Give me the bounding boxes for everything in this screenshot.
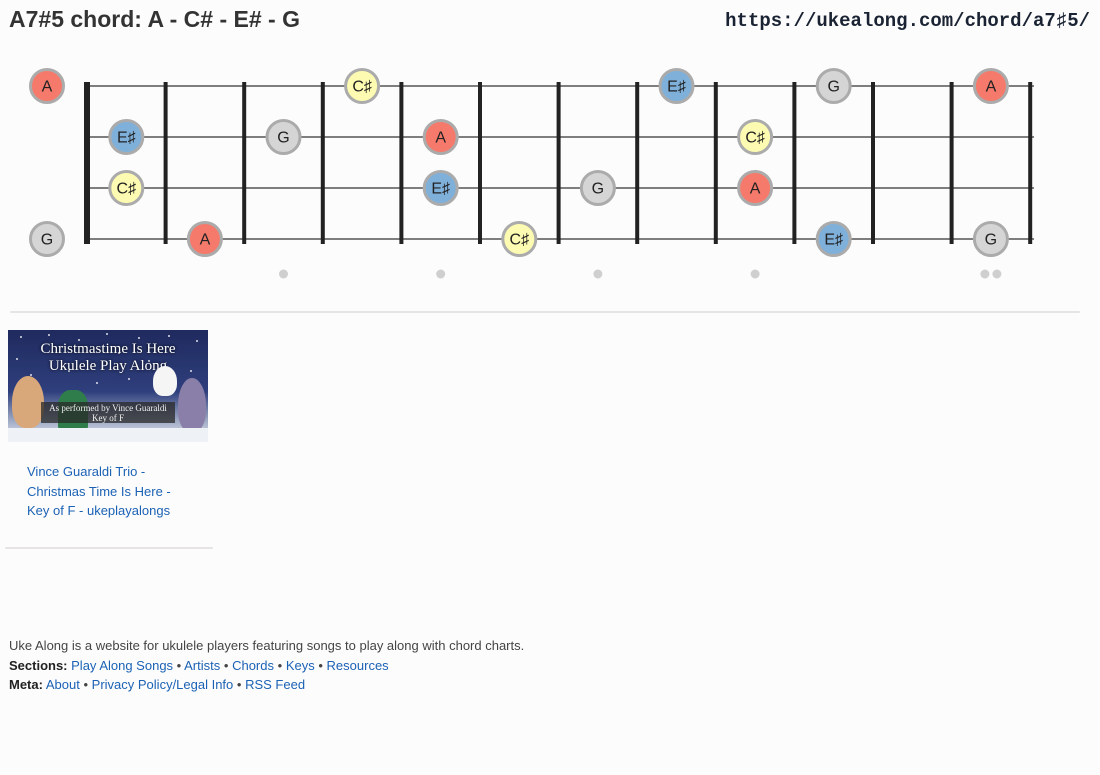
separator-dot: • <box>277 657 283 673</box>
thumbnail-star <box>138 337 140 339</box>
fret-marker-dot <box>279 269 288 279</box>
note-label: E♯ <box>667 79 686 96</box>
footer-description: Uke Along is a website for ukulele playe… <box>9 638 525 653</box>
page-header: A7#5 chord: A - C# - E# - G https://ukea… <box>0 0 1100 40</box>
note-label: E♯ <box>431 181 450 198</box>
thumbnail-star <box>20 336 22 338</box>
thumbnail-star <box>106 333 108 335</box>
page-title: A7#5 chord: A - C# - E# - G <box>9 6 300 32</box>
note-label: E♯ <box>824 232 843 249</box>
thumbnail-snoopy <box>153 366 177 396</box>
fret-marker-dot <box>992 269 1002 279</box>
note-label: G <box>827 79 839 96</box>
link-chords[interactable]: Chords <box>232 658 274 673</box>
link-rss-feed[interactable]: RSS Feed <box>245 677 305 692</box>
fret-marker-dot <box>980 269 990 279</box>
fret-marker-dot <box>436 269 446 279</box>
footer-sections-row: Sections: Play Along Songs • Artists • C… <box>9 656 524 676</box>
page-url[interactable]: https://ukealong.com/chord/a7♯5/ <box>725 10 1090 32</box>
thumbnail-figure-right <box>178 378 206 432</box>
note-label: E♯ <box>117 130 136 147</box>
separator-dot: • <box>236 677 242 692</box>
video-card: Christmastime Is Here Ukulele Play Along… <box>8 330 208 518</box>
note-label: C♯ <box>117 181 137 198</box>
note-label: G <box>592 181 604 198</box>
note-label: C♯ <box>745 130 765 147</box>
note-label: G <box>985 232 997 249</box>
note-label: A <box>42 79 53 96</box>
thumbnail-credit-line2: Key of F <box>92 413 124 423</box>
video-thumbnail[interactable]: Christmastime Is Here Ukulele Play Along… <box>8 330 208 442</box>
note-label: A <box>750 181 761 198</box>
fretboard-svg: A C♯ E♯ G A E♯ G A C♯ C♯ E♯ G A G A C♯ E♯ G <box>29 68 1034 279</box>
separator-dot: • <box>83 677 89 692</box>
thumbnail-title-line2: Ukulele Play Along <box>48 358 168 374</box>
thumbnail-figure-left <box>12 376 44 428</box>
thumbnail-credit-line1: As performed by Vince Guaraldi <box>49 403 167 413</box>
meta-label: Meta: <box>9 677 43 692</box>
separator-dot: • <box>223 657 229 673</box>
note-label: G <box>41 232 53 249</box>
note-label: G <box>277 130 289 147</box>
section-divider <box>10 311 1080 313</box>
video-link[interactable]: Vince Guaraldi Trio - Christmas Time Is … <box>27 462 187 521</box>
separator-dot: • <box>176 657 182 673</box>
note-label: A <box>435 130 446 147</box>
fretboard-diagram: A C♯ E♯ G A E♯ G A C♯ C♯ E♯ G A G A C♯ E♯ G <box>0 55 1100 295</box>
thumbnail-star <box>96 382 98 384</box>
separator-dot: • <box>318 657 323 673</box>
link-artists[interactable]: Artists <box>184 658 220 673</box>
thumbnail-star <box>128 378 130 380</box>
link-play-along-songs[interactable]: Play Along Songs <box>71 658 173 673</box>
thumbnail-star <box>48 334 50 336</box>
thumbnail-title-line1: Christmastime Is Here <box>40 341 176 357</box>
footer-meta-row: Meta: About • Privacy Policy/Legal Info … <box>9 675 524 695</box>
fret-marker-dot <box>750 269 760 279</box>
sections-label: Sections: <box>9 657 68 673</box>
thumbnail-star <box>168 335 170 337</box>
note-label: A <box>986 79 997 96</box>
site-footer: Uke Along is a website for ukulele playe… <box>9 636 524 695</box>
link-about[interactable]: About <box>46 677 80 692</box>
fret-marker-dot <box>593 269 603 279</box>
card-divider <box>5 547 213 549</box>
note-label: C♯ <box>510 232 530 249</box>
thumbnail-snow <box>8 428 208 442</box>
link-keys[interactable]: Keys <box>286 658 315 673</box>
link-resources[interactable]: Resources <box>327 658 389 673</box>
note-label: A <box>200 232 211 249</box>
note-label: C♯ <box>352 79 372 96</box>
link-privacy-policy[interactable]: Privacy Policy/Legal Info <box>92 677 234 692</box>
